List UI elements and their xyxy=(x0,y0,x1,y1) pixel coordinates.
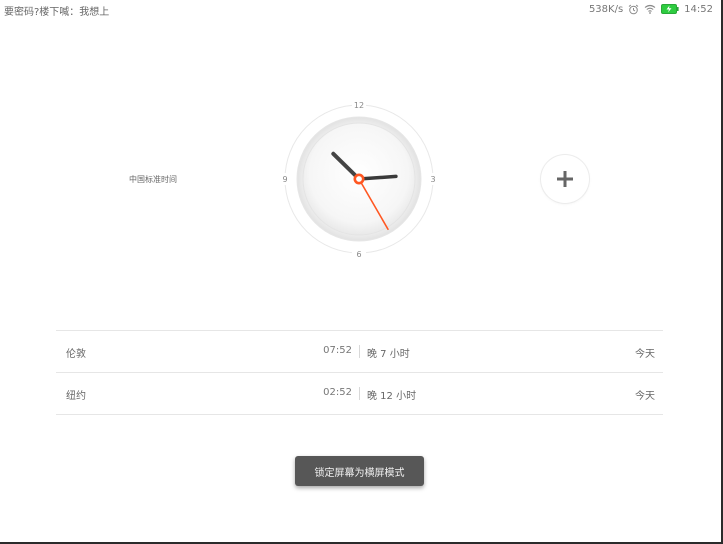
timezone-label: 中国标准时间 xyxy=(129,175,177,184)
status-time: 14:52 xyxy=(684,3,713,15)
toast-message: 锁定屏幕为横屏模式 xyxy=(295,456,424,486)
add-city-button[interactable] xyxy=(541,155,589,203)
city-row-new-york[interactable]: 纽约 02:52 晚 12 小时 今天 xyxy=(56,372,663,415)
city-time: 02:52 xyxy=(323,387,352,398)
analog-clock: 12 3 6 9 xyxy=(280,99,439,259)
plus-icon xyxy=(557,171,573,187)
network-speed: 538K/s xyxy=(588,3,624,15)
dial-number-6: 6 xyxy=(356,250,361,259)
battery-charging-icon xyxy=(661,4,679,14)
city-name: 纽约 xyxy=(66,391,86,402)
divider xyxy=(359,345,360,358)
notification-text: 要密码?楼下喊：我想上 xyxy=(4,7,110,18)
divider xyxy=(359,387,360,400)
alarm-icon xyxy=(628,4,639,15)
city-day: 今天 xyxy=(635,349,655,360)
city-day: 今天 xyxy=(635,391,655,402)
dial-number-12: 12 xyxy=(354,101,364,110)
time-difference: 晚 12 小时 xyxy=(367,391,417,402)
dial-number-9: 9 xyxy=(282,175,287,184)
world-clock-list: 伦敦 07:52 晚 7 小时 今天 纽约 02:52 晚 12 小时 今天 xyxy=(56,330,663,415)
city-row-london[interactable]: 伦敦 07:52 晚 7 小时 今天 xyxy=(56,330,663,372)
time-difference: 晚 7 小时 xyxy=(367,349,410,360)
wifi-icon xyxy=(644,4,656,14)
clock-center-cap xyxy=(353,173,365,185)
status-indicators: 538K/s 14:52 xyxy=(589,2,713,16)
city-name: 伦敦 xyxy=(66,349,86,360)
status-bar: 要密码?楼下喊：我想上 538K/s 14:52 xyxy=(0,0,721,19)
dial-number-3: 3 xyxy=(430,175,435,184)
city-time: 07:52 xyxy=(323,345,352,356)
